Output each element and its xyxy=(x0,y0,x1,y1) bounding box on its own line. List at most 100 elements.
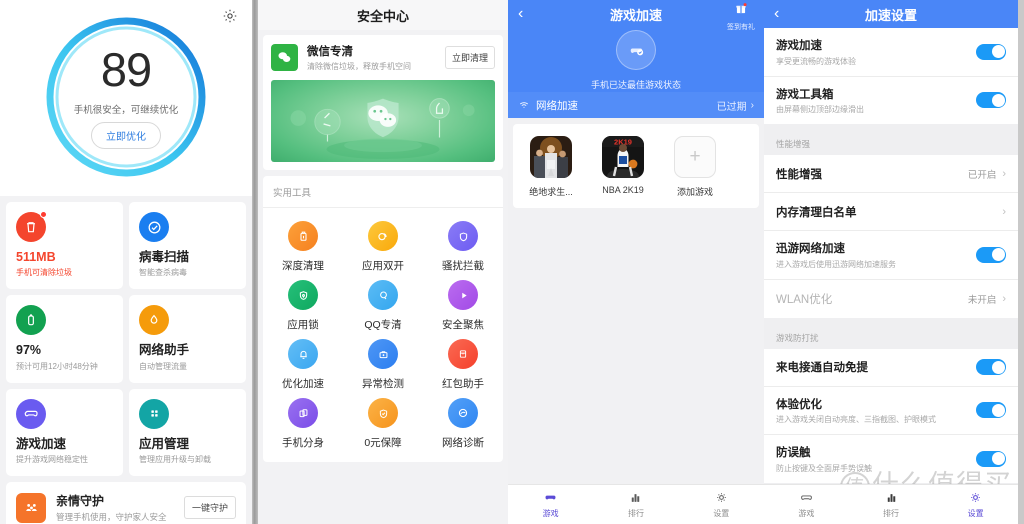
card-row-3: 游戏加速 提升游戏网络稳定性 应用管理 管理应用升级与卸载 xyxy=(6,388,246,477)
network-drop-icon xyxy=(139,305,169,336)
setting-experience-optimize[interactable]: 体验优化 进入游戏关闭自动亮度、三指截图、护眼模式 xyxy=(764,387,1018,435)
optimize-now-button[interactable]: 立即优化 xyxy=(91,122,161,149)
setting-text: 游戏加速 享受更流畅的游戏体验 xyxy=(776,37,976,67)
back-chevron-icon[interactable]: ‹ xyxy=(774,6,779,22)
setting-mistouch-prevent[interactable]: 防误触 防止按键及全面屏手势误触 xyxy=(764,435,1018,483)
section-label-performance: 性能增强 xyxy=(776,139,811,149)
setting-xunyou-accel[interactable]: 迅游网络加速 进入游戏后使用迅游网络加速服务 xyxy=(764,231,1018,280)
hero-status-text: 手机已达最佳游戏状态 xyxy=(590,80,682,90)
chart-bars-icon xyxy=(887,494,895,502)
back-chevron-icon[interactable]: ‹ xyxy=(518,6,523,22)
tool-optimize-speed[interactable]: 优化加速 xyxy=(263,339,343,391)
setting-title: 性能增强 xyxy=(776,168,822,181)
game-item[interactable]: 绝地求生... xyxy=(523,136,579,198)
security-focus-icon xyxy=(448,280,478,310)
gear-icon xyxy=(717,493,726,502)
wide-card-family-guard[interactable]: 亲情守护 管理手机使用，守护家人安全 一键守护 xyxy=(6,482,246,524)
toggle-game-accel[interactable] xyxy=(976,43,1006,60)
gamepad-check-icon xyxy=(615,30,656,70)
network-accel-row[interactable]: 网络加速 已过期 › xyxy=(508,92,764,118)
setting-game-toolbox[interactable]: 游戏工具箱 由屏幕侧边顶部边缘滑出 xyxy=(764,77,1018,125)
gamepad-icon xyxy=(800,495,812,500)
wechat-clean-row[interactable]: 微信专清 清除微信垃圾，释放手机空间 立即清理 xyxy=(271,43,495,72)
toggle-auto-speaker[interactable] xyxy=(976,359,1006,375)
tool-qq-clean[interactable]: QQ专清 xyxy=(343,280,423,332)
app-lock-icon xyxy=(288,280,318,310)
tool-network-diagnose[interactable]: 网络诊断 xyxy=(423,398,503,450)
game-item[interactable]: 2K19 NBA 2K19 xyxy=(595,136,651,198)
card-app-management[interactable]: 应用管理 管理应用升级与卸载 xyxy=(129,388,246,477)
tool-label: 应用双开 xyxy=(362,260,404,272)
tool-anomaly-detect[interactable]: 异常检测 xyxy=(343,339,423,391)
card-row-2: 97% 预计可用12小时48分钟 网络助手 自动管理流量 xyxy=(6,295,246,383)
shield-check-icon xyxy=(139,212,169,242)
toggle-game-toolbox[interactable] xyxy=(976,92,1006,109)
setting-subtitle: 防止按键及全面屏手势误触 xyxy=(776,463,872,473)
tool-zero-guarantee[interactable]: 0元保障 xyxy=(343,398,423,450)
setting-text: WLAN优化 xyxy=(776,291,968,307)
setting-wlan-optimize[interactable]: WLAN优化 未开启 › xyxy=(764,280,1018,318)
card-junk-clean[interactable]: 511MB 手机可清除垃圾 xyxy=(6,202,123,290)
toggle-mistouch-prevent[interactable] xyxy=(976,450,1006,467)
card-subtitle: 提升游戏网络稳定性 xyxy=(16,455,88,465)
network-accel-left: 网络加速 xyxy=(518,98,578,113)
setting-text: 迅游网络加速 进入游戏后使用迅游网络加速服务 xyxy=(776,240,976,270)
deep-clean-icon xyxy=(288,221,318,251)
qq-clean-icon xyxy=(368,280,398,310)
settings-group-no-disturb: 来电接通自动免提 体验优化 进入游戏关闭自动亮度、三指截图、护眼模式 防误触 防… xyxy=(764,348,1018,483)
one-key-guard-button[interactable]: 一键守护 xyxy=(183,496,236,520)
card-network-assistant[interactable]: 网络助手 自动管理流量 xyxy=(129,295,246,383)
tab-games[interactable]: 游戏 xyxy=(764,485,849,524)
gear-icon[interactable] xyxy=(222,8,238,24)
tool-app-lock[interactable]: 应用锁 xyxy=(263,280,343,332)
tab-ranking[interactable]: 排行 xyxy=(593,485,678,524)
card-subtitle: 自动管理流量 xyxy=(139,361,187,371)
setting-title: 迅游网络加速 xyxy=(776,243,845,255)
wechat-icon xyxy=(271,44,298,71)
medical-kit-icon xyxy=(368,339,398,369)
add-game-item[interactable]: + 添加游戏 xyxy=(667,136,723,198)
setting-title: 体验优化 xyxy=(776,398,822,411)
tool-security-focus[interactable]: 安全聚焦 xyxy=(423,280,503,332)
tool-deep-clean[interactable]: 深度清理 xyxy=(263,221,343,273)
accel-settings-appbar: ‹ 加速设置 xyxy=(764,0,1018,28)
card-title: 511MB xyxy=(16,250,56,264)
toggle-xunyou-accel[interactable] xyxy=(976,246,1006,263)
tab-settings[interactable]: 设置 xyxy=(679,485,764,524)
chevron-right-icon: › xyxy=(1002,292,1006,305)
setting-performance-boost[interactable]: 性能增强 已开启 › xyxy=(764,155,1018,193)
feature-card-grid: 511MB 手机可清除垃圾 病毒扫描 智能查杀病毒 97% 预计可用12小时48… xyxy=(0,196,252,524)
setting-game-accel[interactable]: 游戏加速 享受更流畅的游戏体验 xyxy=(764,28,1018,77)
tool-phone-clone[interactable]: 手机分身 xyxy=(263,398,343,450)
wechat-clean-banner[interactable] xyxy=(271,80,495,162)
setting-auto-speaker[interactable]: 来电接通自动免提 xyxy=(764,349,1018,387)
card-game-accel[interactable]: 游戏加速 提升游戏网络稳定性 xyxy=(6,388,123,477)
wide-card-subtitle: 管理手机使用，守护家人安全 xyxy=(56,512,167,523)
toggle-experience-optimize[interactable] xyxy=(976,402,1006,419)
tool-redpacket-helper[interactable]: 红包助手 xyxy=(423,339,503,391)
tool-harass-block[interactable]: 骚扰拦截 xyxy=(423,221,503,273)
tab-games[interactable]: 游戏 xyxy=(508,485,593,524)
checkin-gift-button[interactable]: 签到有礼 xyxy=(727,2,755,32)
block-shield-icon xyxy=(448,221,478,251)
score-header: 89 手机很安全，可继续优化 立即优化 xyxy=(0,0,252,196)
wifi-icon xyxy=(519,102,529,108)
card-virus-scan[interactable]: 病毒扫描 智能查杀病毒 xyxy=(129,202,246,290)
accel-settings-title: 加速设置 xyxy=(864,7,917,23)
chevron-right-icon: › xyxy=(1002,167,1006,180)
tools-grid: 深度清理 应用双开 骚扰拦截 应用锁 QQ专清 安全聚焦 优化加速 异常检测 红… xyxy=(263,208,503,450)
family-icon xyxy=(16,492,46,523)
dual-app-icon xyxy=(368,221,398,251)
apps-grid-icon xyxy=(139,398,169,429)
chevron-right-icon: › xyxy=(750,99,754,111)
card-battery[interactable]: 97% 预计可用12小时48分钟 xyxy=(6,295,123,383)
tab-ranking[interactable]: 排行 xyxy=(849,485,934,524)
game-accel-hero: ‹ 游戏加速 签到有礼 手机已达最佳游戏状态 网络加速 已过期 › xyxy=(508,0,764,118)
clean-now-button[interactable]: 立即清理 xyxy=(444,46,495,69)
score-ring-svg xyxy=(46,17,206,177)
tool-label: 0元保障 xyxy=(364,437,402,449)
card-title: 97% xyxy=(16,343,42,358)
setting-memory-whitelist[interactable]: 内存清理白名单 › xyxy=(764,193,1018,231)
tool-dual-app[interactable]: 应用双开 xyxy=(343,221,423,273)
tab-settings[interactable]: 设置 xyxy=(933,485,1018,524)
